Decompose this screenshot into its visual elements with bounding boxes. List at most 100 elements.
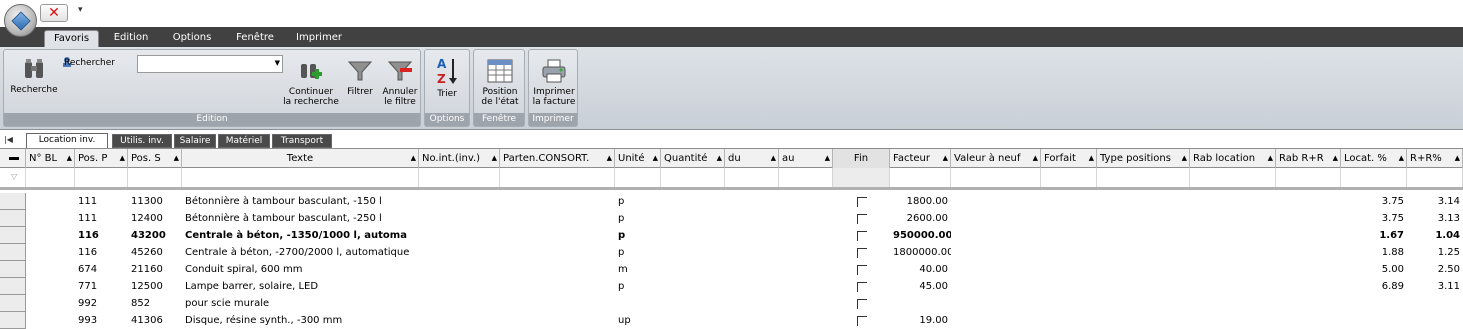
cell-texte[interactable]: pour scie murale [182, 295, 419, 312]
cell-unite[interactable]: p [615, 227, 661, 244]
filter-cell[interactable] [75, 168, 128, 187]
tab-edition[interactable]: Edition [104, 30, 158, 47]
sort-arrow-icon[interactable]: ▲ [67, 149, 72, 168]
filter-cell[interactable] [1097, 168, 1190, 187]
cell-pos-s[interactable]: 41306 [128, 312, 182, 329]
cell-locat[interactable]: 3.75 [1341, 210, 1407, 227]
table-row[interactable]: 771 12500 Lampe barrer, solaire, LED p 45.00… [0, 278, 1463, 295]
filter-button[interactable]: Filtrer [344, 58, 376, 97]
sheet-tab-transport[interactable]: Transport [272, 134, 332, 148]
row-selector[interactable] [0, 312, 26, 329]
cell-pos-p[interactable]: 674 [75, 261, 128, 278]
column-header-unite[interactable]: Unité ▲ [615, 149, 661, 168]
cell-valeur[interactable]: 2600.00 [890, 210, 951, 227]
cell-locat[interactable] [1341, 295, 1407, 312]
row-selector[interactable] [0, 210, 26, 227]
column-header-facteur[interactable]: Facteur ▲ [890, 149, 951, 168]
column-header-du[interactable]: du ▲ [725, 149, 779, 168]
sort-arrow-icon[interactable]: ▲ [492, 149, 497, 168]
filter-cell[interactable] [890, 168, 951, 187]
sort-button[interactable]: AZ Trier [429, 56, 465, 99]
filter-cell[interactable] [1190, 168, 1276, 187]
filter-cell[interactable] [419, 168, 500, 187]
cell-locat[interactable]: 6.89 [1341, 278, 1407, 295]
cell-unite[interactable] [615, 295, 661, 312]
row-selector[interactable] [0, 244, 26, 261]
search-combo[interactable]: ▼ [137, 55, 283, 73]
sheet-tab-salaire[interactable]: Salaire [174, 134, 216, 148]
fin-checkbox[interactable] [857, 214, 867, 224]
column-header-pos-p[interactable]: Pos. P ▲ [75, 149, 128, 168]
row-selector[interactable] [0, 193, 26, 210]
fin-checkbox[interactable] [857, 248, 867, 258]
column-header-texte[interactable]: Texte ▲ [182, 149, 419, 168]
filter-cell[interactable] [1041, 168, 1097, 187]
cell-texte[interactable]: Bétonnière à tambour basculant, -150 l [182, 193, 419, 210]
cell-unite[interactable]: p [615, 193, 661, 210]
tab-imprimer[interactable]: Imprimer [290, 30, 348, 47]
cell-valeur[interactable]: 40.00 [890, 261, 951, 278]
column-header-locat[interactable]: Locat. % ▲ [1341, 149, 1407, 168]
cell-unite[interactable]: up [615, 312, 661, 329]
sort-arrow-icon[interactable]: ▲ [1033, 149, 1038, 168]
filter-cell[interactable] [1407, 168, 1463, 187]
column-header-no-int-inv[interactable]: No.int.(inv.) ▲ [419, 149, 500, 168]
table-row[interactable]: 111 12400 Bétonnière à tambour basculant, … [0, 210, 1463, 227]
column-header-rab-location[interactable]: Rab location ▲ [1190, 149, 1276, 168]
filter-cell[interactable] [128, 168, 182, 187]
column-header-type-positions[interactable]: Type positions ▲ [1097, 149, 1190, 168]
fin-checkbox[interactable] [857, 265, 867, 275]
cell-locat[interactable]: 1.67 [1341, 227, 1407, 244]
cell-pos-s[interactable]: 852 [128, 295, 182, 312]
sort-arrow-icon[interactable]: ▲ [411, 149, 416, 168]
cell-locat[interactable]: 5.00 [1341, 261, 1407, 278]
search-button[interactable]: Recherche [8, 56, 60, 95]
column-header-quantite[interactable]: Quantité ▲ [661, 149, 725, 168]
table-row[interactable]: 992 852 pour scie murale [0, 295, 1463, 312]
fin-checkbox[interactable] [857, 197, 867, 207]
table-row[interactable]: 116 43200 Centrale à béton, -1350/1000 l, … [0, 227, 1463, 244]
sort-arrow-icon[interactable]: ▲ [1333, 149, 1338, 168]
sort-arrow-icon[interactable]: ▲ [1455, 149, 1460, 168]
cell-pos-s[interactable]: 43200 [128, 227, 182, 244]
row-selector-header[interactable] [0, 149, 26, 168]
cell-valeur[interactable]: 45.00 [890, 278, 951, 295]
sheet-tab-location[interactable]: Location inv. [26, 133, 108, 148]
column-header-n-bl[interactable]: N° BL ▲ [26, 149, 75, 168]
table-row[interactable]: 116 45260 Centrale à béton, -2700/2000 l, … [0, 244, 1463, 261]
column-header-parten-consort[interactable]: Parten.CONSORT. ▲ [500, 149, 615, 168]
column-header-au[interactable]: au ▲ [779, 149, 833, 168]
fin-checkbox[interactable] [857, 282, 867, 292]
table-row[interactable]: 674 21160 Conduit spiral, 600 mm m 40.00 5.00… [0, 261, 1463, 278]
filter-cell[interactable] [725, 168, 779, 187]
cell-pos-p[interactable]: 116 [75, 244, 128, 261]
print-invoice-button[interactable]: Imprimer la facture [531, 58, 577, 107]
sort-arrow-icon[interactable]: ▲ [1268, 149, 1273, 168]
cell-rr[interactable] [1407, 312, 1463, 329]
sort-arrow-icon[interactable]: ▲ [943, 149, 948, 168]
column-header-fin[interactable]: Fin [833, 149, 890, 168]
column-header-pos-s[interactable]: Pos. S ▲ [128, 149, 182, 168]
sheet-tab-utilis[interactable]: Utilis. inv. [112, 134, 172, 148]
cell-valeur[interactable]: 1800000.00 [890, 244, 951, 261]
sort-arrow-icon[interactable]: ▲ [174, 149, 179, 168]
filter-cell[interactable] [182, 168, 419, 187]
cell-texte[interactable]: Centrale à béton, -2700/2000 l, automati… [182, 244, 419, 261]
fin-checkbox[interactable] [857, 316, 867, 326]
cell-rr[interactable]: 3.14 [1407, 193, 1463, 210]
cell-pos-p[interactable]: 993 [75, 312, 128, 329]
sort-arrow-icon[interactable]: ▲ [120, 149, 125, 168]
sort-arrow-icon[interactable]: ▲ [1089, 149, 1094, 168]
app-menu-button[interactable] [4, 4, 37, 37]
cell-rr[interactable]: 1.25 [1407, 244, 1463, 261]
filter-cell[interactable] [500, 168, 615, 187]
cell-pos-p[interactable]: 992 [75, 295, 128, 312]
sheet-tab-materiel[interactable]: Matériel [218, 134, 270, 148]
table-row[interactable]: 111 11300 Bétonnière à tambour basculant, … [0, 193, 1463, 210]
first-tab-nav-icon[interactable]: |◀ [4, 135, 13, 144]
row-selector[interactable] [0, 295, 26, 312]
cell-texte[interactable]: Disque, résine synth., -300 mm [182, 312, 419, 329]
cell-rr[interactable] [1407, 295, 1463, 312]
cell-texte[interactable]: Conduit spiral, 600 mm [182, 261, 419, 278]
sort-arrow-icon[interactable]: ▲ [717, 149, 722, 168]
